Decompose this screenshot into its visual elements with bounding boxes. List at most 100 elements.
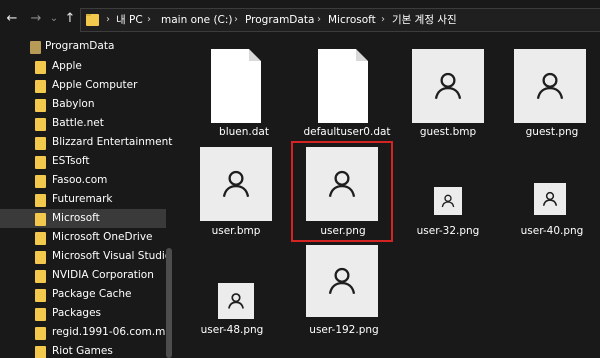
folder-icon <box>35 232 46 245</box>
file-name: user-32.png <box>416 225 480 237</box>
file-name: user.bmp <box>211 225 261 237</box>
folder-icon <box>35 270 46 283</box>
folder-icon <box>30 41 41 54</box>
red-highlight-box <box>291 141 393 242</box>
nav-scrollbar-thumb[interactable] <box>166 248 172 358</box>
folder-icon <box>86 14 99 26</box>
sidebar-item-label: Microsoft OneDrive <box>52 231 153 243</box>
sidebar-item-futuremark[interactable]: Futuremark <box>0 190 166 209</box>
user-icon <box>542 191 558 206</box>
folder-icon <box>35 194 46 207</box>
sidebar-item-label: ESTsoft <box>52 155 90 167</box>
document-icon <box>211 49 261 123</box>
user-avatar-thumbnail <box>434 187 462 215</box>
folder-icon <box>35 99 46 112</box>
sidebar-item-label: Futuremark <box>52 193 113 205</box>
breadcrumb-item-current[interactable]: 기본 계정 사진 <box>392 12 457 28</box>
user-icon <box>328 267 356 295</box>
recent-locations-icon[interactable]: ⌄ <box>46 11 62 27</box>
file-item[interactable]: defaultuser0.dat <box>296 47 400 152</box>
breadcrumb-separator: › <box>147 14 151 25</box>
sidebar-item-microsoft[interactable]: Microsoft <box>0 209 166 228</box>
sidebar-item-nvidia[interactable]: NVIDIA Corporation <box>0 266 166 285</box>
sidebar-item-label: ProgramData <box>45 40 115 52</box>
sidebar-item-label: Packages <box>52 307 101 319</box>
sidebar-item-estsoft[interactable]: ESTsoft <box>0 152 166 171</box>
user-avatar-thumbnail <box>514 49 586 123</box>
breadcrumb-separator: › <box>234 14 238 25</box>
sidebar-item-microsoft-onedrive[interactable]: Microsoft OneDrive <box>0 228 166 247</box>
sidebar-item-label: Babylon <box>52 98 95 110</box>
file-item[interactable]: user.bmp <box>186 145 290 245</box>
sidebar-item-fasoo[interactable]: Fasoo.com <box>0 171 166 190</box>
file-item[interactable]: user-32.png <box>396 145 500 245</box>
navigation-pane: ProgramData Apple Apple Computer Babylon… <box>0 37 178 358</box>
sidebar-item-label: Fasoo.com <box>52 174 108 186</box>
folder-icon <box>35 327 46 340</box>
breadcrumb-separator: › <box>317 14 321 25</box>
sidebar-item-regid[interactable]: regid.1991-06.com.microsoft <box>0 323 166 342</box>
file-name: user-192.png <box>309 324 379 336</box>
sidebar-item-label: Package Cache <box>52 288 132 300</box>
folder-icon <box>35 308 46 321</box>
sidebar-item-battle-net[interactable]: Battle.net <box>0 114 166 133</box>
sidebar-item-programdata[interactable]: ProgramData <box>0 37 166 56</box>
forward-arrow-icon[interactable]: → <box>28 11 44 27</box>
user-avatar-thumbnail <box>306 245 378 317</box>
user-icon <box>434 72 462 100</box>
file-name: defaultuser0.dat <box>303 126 391 138</box>
breadcrumb-item-microsoft[interactable]: Microsoft <box>328 12 376 28</box>
breadcrumb-separator: › <box>106 14 110 25</box>
breadcrumb-item-drive[interactable]: main one (C:) <box>161 12 233 28</box>
file-name: user-48.png <box>200 324 264 336</box>
file-item[interactable]: guest.png <box>500 47 600 152</box>
sidebar-item-package-cache[interactable]: Package Cache <box>0 285 166 304</box>
sidebar-item-label: Apple Computer <box>52 79 138 91</box>
sidebar-item-packages[interactable]: Packages <box>0 304 166 323</box>
file-item[interactable]: guest.bmp <box>396 47 500 152</box>
folder-icon <box>35 213 46 226</box>
user-icon <box>441 194 455 208</box>
file-item[interactable]: user-40.png <box>500 145 600 245</box>
file-name: bluen.dat <box>219 126 269 138</box>
sidebar-item-apple-computer[interactable]: Apple Computer <box>0 76 166 95</box>
sidebar-item-blizzard[interactable]: Blizzard Entertainment <box>0 133 172 152</box>
sidebar-item-label: regid.1991-06.com.microsoft <box>52 326 166 338</box>
file-item[interactable]: bluen.dat <box>194 47 298 152</box>
sidebar-item-label: Apple <box>52 60 82 72</box>
folder-icon <box>35 251 46 264</box>
sidebar-item-label: Riot Games <box>52 345 113 357</box>
sidebar-item-riot-games[interactable]: Riot Games <box>0 342 166 358</box>
sidebar-item-babylon[interactable]: Babylon <box>0 95 166 114</box>
document-icon <box>318 49 368 123</box>
breadcrumb[interactable]: › 내 PC › main one (C:) › ProgramData › M… <box>80 8 600 32</box>
user-icon <box>222 170 250 198</box>
up-arrow-icon[interactable]: ↑ <box>62 11 78 27</box>
breadcrumb-item-my-pc[interactable]: 내 PC <box>116 12 143 28</box>
folder-icon <box>35 175 46 188</box>
user-avatar-thumbnail <box>412 49 484 123</box>
user-avatar-thumbnail <box>200 147 272 221</box>
folder-icon <box>35 61 46 74</box>
back-arrow-icon[interactable]: ← <box>4 11 20 27</box>
breadcrumb-separator: › <box>381 14 385 25</box>
folder-icon <box>35 289 46 302</box>
sidebar-item-apple[interactable]: Apple <box>0 57 166 76</box>
breadcrumb-item-programdata[interactable]: ProgramData <box>245 12 314 28</box>
user-icon <box>536 72 564 100</box>
user-avatar-thumbnail <box>218 283 254 319</box>
file-name: guest.png <box>525 126 579 138</box>
user-avatar-thumbnail <box>534 183 566 215</box>
file-item[interactable]: user-48.png <box>186 245 290 345</box>
folder-icon <box>35 118 46 131</box>
address-toolbar: ← → ⌄ ↑ › 내 PC › main one (C:) › Program… <box>0 0 600 37</box>
file-item[interactable]: user-192.png <box>292 245 396 345</box>
sidebar-item-label: Microsoft <box>52 212 100 224</box>
sidebar-item-microsoft-visual-studio[interactable]: Microsoft Visual Studio <box>0 247 171 266</box>
folder-icon <box>35 156 46 169</box>
sidebar-item-label: Microsoft Visual Studio <box>52 250 172 262</box>
folder-icon <box>35 137 46 150</box>
sidebar-item-label: Blizzard Entertainment <box>52 136 173 148</box>
folder-icon <box>35 346 46 358</box>
file-list: bluen.dat defaultuser0.dat guest.bmp gue… <box>178 37 600 358</box>
